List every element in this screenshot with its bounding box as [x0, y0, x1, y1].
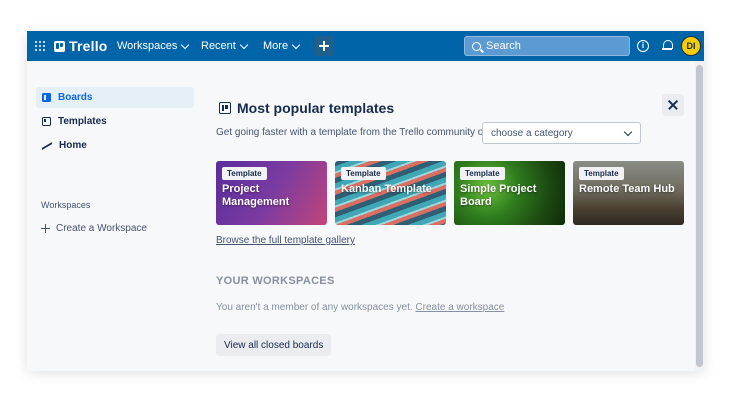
plus-icon [41, 224, 50, 233]
sidebar-item-templates[interactable]: Templates [36, 111, 194, 132]
template-card-kanban[interactable]: Template Kanban Template [335, 161, 446, 225]
sidebar-item-boards[interactable]: Boards [36, 87, 194, 108]
sidebar-item-home[interactable]: Home [36, 135, 194, 156]
template-title: Remote Team Hub [579, 183, 675, 195]
chevron-down-icon [623, 127, 633, 137]
info-icon[interactable]: i [637, 40, 649, 52]
nav-recent-label: Recent [201, 40, 236, 52]
template-card-remote-team-hub[interactable]: Template Remote Team Hub [573, 161, 684, 225]
create-workspace-link[interactable]: Create a workspace [415, 302, 504, 313]
template-badge: Template [222, 167, 267, 180]
category-select[interactable]: choose a category [482, 122, 641, 144]
nav-workspaces-label: Workspaces [117, 40, 178, 52]
template-badge: Template [341, 167, 386, 180]
bell-icon[interactable] [662, 40, 673, 51]
boards-icon [42, 93, 51, 102]
page-title: Most popular templates [219, 100, 394, 116]
app-switcher-icon[interactable] [35, 41, 45, 51]
workspaces-empty-text: You aren't a member of any workspaces ye… [216, 302, 413, 313]
top-nav-bar: Trello Workspaces Recent More Search i D… [27, 31, 704, 61]
sidebar-workspaces-heading: Workspaces [41, 200, 91, 210]
chevron-down-icon [181, 40, 190, 49]
workspaces-empty-message: You aren't a member of any workspaces ye… [216, 302, 504, 313]
browse-template-gallery-link[interactable]: Browse the full template gallery [216, 235, 355, 246]
template-title: Simple Project Board [460, 183, 537, 208]
sidebar-item-label: Templates [58, 116, 107, 127]
category-select-value: choose a category [491, 127, 573, 139]
avatar[interactable]: DI [681, 36, 701, 56]
template-title: Project Management [222, 183, 290, 208]
sidebar: Boards Templates Home Workspaces Create … [27, 61, 202, 371]
trello-logo-icon [54, 40, 65, 52]
template-card-simple-project-board[interactable]: Template Simple Project Board [454, 161, 565, 225]
create-button[interactable] [314, 36, 334, 56]
templates-subtitle: Get going faster with a template from th… [216, 127, 487, 138]
create-workspace-button[interactable]: Create a Workspace [41, 223, 147, 234]
chevron-down-icon [291, 40, 301, 49]
nav-workspaces[interactable]: Workspaces [117, 38, 190, 54]
nav-recent[interactable]: Recent [201, 38, 249, 54]
logo-text: Trello [69, 38, 108, 54]
search-icon [472, 41, 481, 51]
sidebar-item-label: Home [59, 140, 87, 151]
your-workspaces-heading: YOUR WORKSPACES [216, 275, 335, 287]
nav-more-label: More [263, 40, 289, 52]
create-workspace-label: Create a Workspace [56, 223, 147, 234]
template-title: Kanban Template [341, 183, 432, 195]
template-card-project-management[interactable]: Template Project Management [216, 161, 327, 225]
nav-more[interactable]: More [263, 38, 301, 54]
scrollbar-thumb[interactable] [696, 65, 703, 367]
close-button[interactable] [662, 94, 684, 116]
template-board-icon [219, 102, 231, 114]
view-closed-boards-button[interactable]: View all closed boards [216, 334, 332, 356]
chevron-down-icon [239, 40, 249, 49]
app-window: Trello Workspaces Recent More Search i D… [27, 31, 704, 371]
scrollbar[interactable] [695, 61, 704, 371]
template-badge: Template [579, 167, 624, 180]
templates-icon [42, 117, 51, 126]
search-placeholder: Search [486, 40, 521, 52]
home-icon [42, 142, 52, 150]
trello-logo[interactable]: Trello [54, 38, 108, 54]
template-badge: Template [460, 167, 505, 180]
sidebar-item-label: Boards [58, 92, 93, 103]
search-input[interactable]: Search [464, 36, 630, 56]
page-title-text: Most popular templates [237, 100, 395, 116]
